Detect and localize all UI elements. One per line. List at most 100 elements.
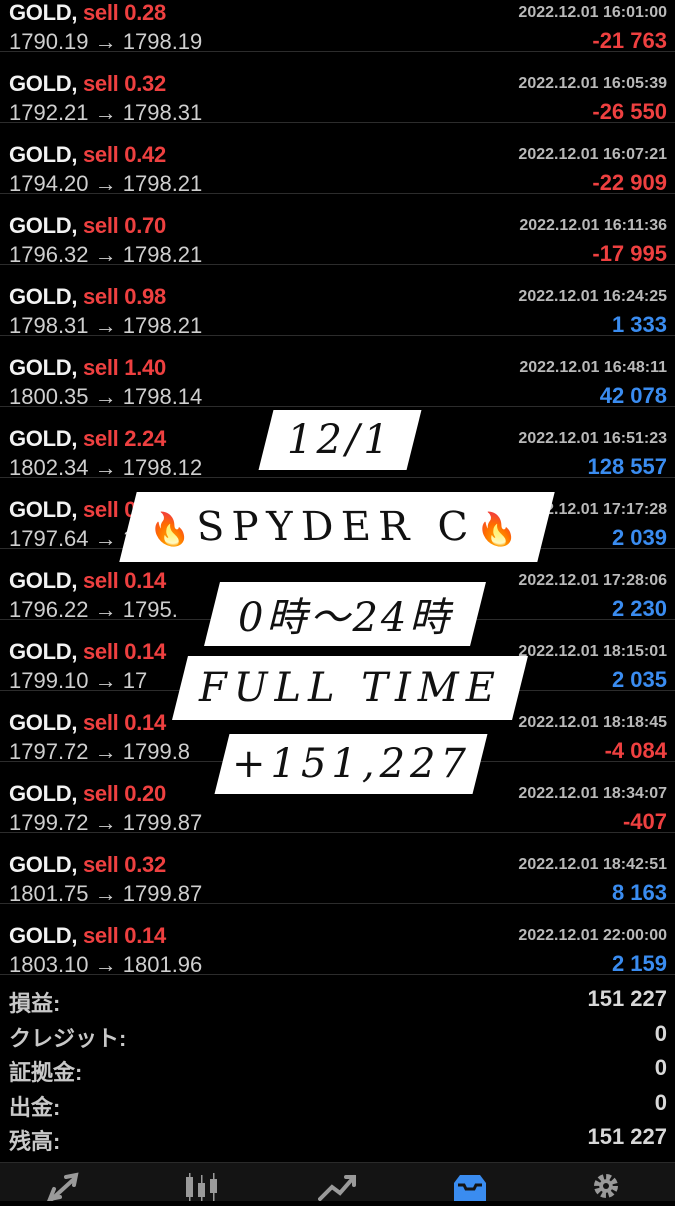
trade-profit: 2 230 xyxy=(611,596,667,621)
trade-time: 2022.12.01 18:34:07 xyxy=(518,785,667,802)
date-banner: 12/1 xyxy=(258,410,422,470)
trade-time: 2022.12.01 18:42:51 xyxy=(518,856,667,873)
summary-row: クレジット: 0 xyxy=(0,1017,675,1052)
trade-symbol: GOLD, sell 0.32 xyxy=(9,852,166,877)
trade-profit: -22 909 xyxy=(592,170,667,195)
summary-value: 0 xyxy=(654,1020,667,1046)
trade-time: 2022.12.01 16:48:11 xyxy=(519,359,667,376)
trade-symbol: GOLD, sell 0.14 xyxy=(9,639,166,664)
trade-side: sell 0.28 xyxy=(82,0,166,25)
trade-symbol: GOLD, sell 0.20 xyxy=(9,781,166,806)
trade-symbol: GOLD, sell 0.14 xyxy=(9,710,166,735)
summary-value: 151 227 xyxy=(587,1124,667,1149)
trade-profit: 2 039 xyxy=(611,525,667,550)
chart-tab[interactable] xyxy=(182,1171,218,1201)
trade-time: 2022.12.01 17:28:06 xyxy=(518,572,667,589)
trade-profit: -17 995 xyxy=(592,241,667,266)
gear-icon xyxy=(594,1174,618,1198)
settings-tab[interactable] xyxy=(586,1171,622,1201)
trade-profit: 8 163 xyxy=(611,880,667,905)
trade-symbol: GOLD, sell 0.98 xyxy=(9,284,166,309)
hours-banner: 0時～24時 xyxy=(204,582,486,646)
summary-row: 証拠金: 0 xyxy=(0,1051,675,1086)
trade-tab[interactable] xyxy=(318,1171,356,1201)
trade-row[interactable]: GOLD, sell 0.42 1794.20 → 1798.21 2022.12.… xyxy=(0,123,675,196)
summary-row: 残高: 151 227 xyxy=(0,1120,675,1155)
trade-profit: 2 159 xyxy=(611,951,667,976)
trade-time: 2022.12.01 16:07:21 xyxy=(518,146,667,163)
trade-symbol: GOLD, sell 0.14 xyxy=(9,568,166,593)
date-text: 12/1 xyxy=(287,417,393,463)
total-banner: +151,227 xyxy=(214,734,488,794)
bottom-tab-bar xyxy=(0,1162,675,1202)
name-banner: 🔥SPYDER C🔥 xyxy=(119,492,555,562)
arrows-icon xyxy=(46,1172,79,1202)
fire-icon: 🔥 xyxy=(471,510,530,548)
trade-time: 2022.12.01 16:05:39 xyxy=(518,75,667,92)
trade-side: sell 0.14 xyxy=(82,639,166,664)
trade-time: 2022.12.01 18:18:45 xyxy=(518,714,667,731)
trade-side: sell 1.40 xyxy=(82,355,166,380)
trade-side: sell 0.32 xyxy=(82,852,166,877)
trade-profit: 42 078 xyxy=(599,383,667,408)
trade-side: sell 0.14 xyxy=(82,568,166,593)
summary-label: 証拠金: xyxy=(9,1060,83,1085)
trade-profit: 1 333 xyxy=(611,312,667,337)
trade-profit: 2 035 xyxy=(611,667,667,692)
trade-profit: -407 xyxy=(622,809,667,834)
trade-side: sell 0.42 xyxy=(82,142,166,167)
trade-time: 2022.12.01 16:24:25 xyxy=(518,288,667,305)
trade-profit: 128 557 xyxy=(587,454,667,479)
trade-prices: 1803.10 → 1801.96 xyxy=(9,952,203,977)
fulltime-banner: FULL TIME xyxy=(172,656,528,720)
trade-time: 2022.12.01 16:51:23 xyxy=(518,430,667,447)
summary-row: 損益: 151 227 xyxy=(0,982,675,1017)
summary-row: 出金: 0 xyxy=(0,1086,675,1121)
trade-row[interactable]: GOLD, sell 0.32 1801.75 → 1799.87 2022.12.… xyxy=(0,833,675,906)
total-profit-text: +151,227 xyxy=(231,741,471,787)
trade-symbol: GOLD, sell 0.14 xyxy=(9,923,166,948)
trade-side: sell 0.32 xyxy=(82,71,166,96)
trade-profit: -4 084 xyxy=(604,738,667,763)
trade-row[interactable]: GOLD, sell 0.32 1792.21 → 1798.31 2022.12.… xyxy=(0,52,675,125)
trade-symbol: GOLD, sell 0.42 xyxy=(9,142,166,167)
trade-row[interactable]: GOLD, sell 0.14 1803.10 → 1801.96 2022.12.… xyxy=(0,904,675,977)
trade-row[interactable]: GOLD, sell 0.70 1796.32 → 1798.21 2022.12.… xyxy=(0,194,675,267)
summary-label: クレジット: xyxy=(9,1025,127,1051)
trade-profit: -26 550 xyxy=(592,99,667,124)
trade-time: 2022.12.01 22:00:00 xyxy=(518,927,667,944)
history-tab[interactable] xyxy=(450,1171,486,1201)
trade-symbol: GOLD, sell 0.28 xyxy=(9,0,166,25)
fulltime-text: FULL TIME xyxy=(198,665,502,711)
inbox-icon xyxy=(454,1175,486,1201)
trade-time: 2022.12.01 16:01:00 xyxy=(518,4,667,21)
trade-symbol: GOLD, sell 1.40 xyxy=(9,355,166,380)
summary-value: 0 xyxy=(654,1055,667,1080)
trade-row[interactable]: GOLD, sell 1.40 1800.35 → 1798.14 2022.12.… xyxy=(0,336,675,409)
trade-history-list: GOLD, sell 0.28 1790.19 → 1798.19 2022.12.… xyxy=(0,0,675,977)
summary-value: 0 xyxy=(654,1089,667,1115)
trade-side: sell 0.98 xyxy=(82,284,166,309)
candlestick-icon xyxy=(186,1173,217,1201)
trade-side: sell 0.20 xyxy=(82,781,166,806)
trade-row[interactable]: GOLD, sell 0.28 1790.19 → 1798.19 2022.12.… xyxy=(0,0,675,54)
trade-side: sell 2.24 xyxy=(82,426,166,451)
summary-value: 151 227 xyxy=(587,986,667,1011)
summary-label: 出金: xyxy=(9,1094,61,1120)
trade-profit: -21 763 xyxy=(592,28,667,53)
hours-text: 0時～24時 xyxy=(237,595,453,641)
trade-symbol: GOLD, sell 0.32 xyxy=(9,71,166,96)
trade-side: sell 0.70 xyxy=(82,213,166,238)
trade-row[interactable]: GOLD, sell 0.98 1798.31 → 1798.21 2022.12.… xyxy=(0,265,675,338)
summary-label: 残高: xyxy=(9,1129,61,1154)
summary-label: 損益: xyxy=(9,991,61,1016)
quotes-tab[interactable] xyxy=(46,1171,82,1202)
trade-time: 2022.12.01 18:15:01 xyxy=(518,643,667,660)
trade-time: 2022.12.01 16:11:36 xyxy=(519,217,667,234)
trade-side: sell 0.14 xyxy=(82,923,166,948)
account-summary: 損益: 151 227 クレジット: 0 証拠金: 0 出金: 0 残高: 151 227 xyxy=(0,982,675,1155)
trade-symbol: GOLD, sell 2.24 xyxy=(9,426,166,451)
trend-icon xyxy=(318,1175,356,1201)
trade-side: sell 0.14 xyxy=(82,710,166,735)
spyder-name-text: SPYDER C xyxy=(191,504,483,550)
